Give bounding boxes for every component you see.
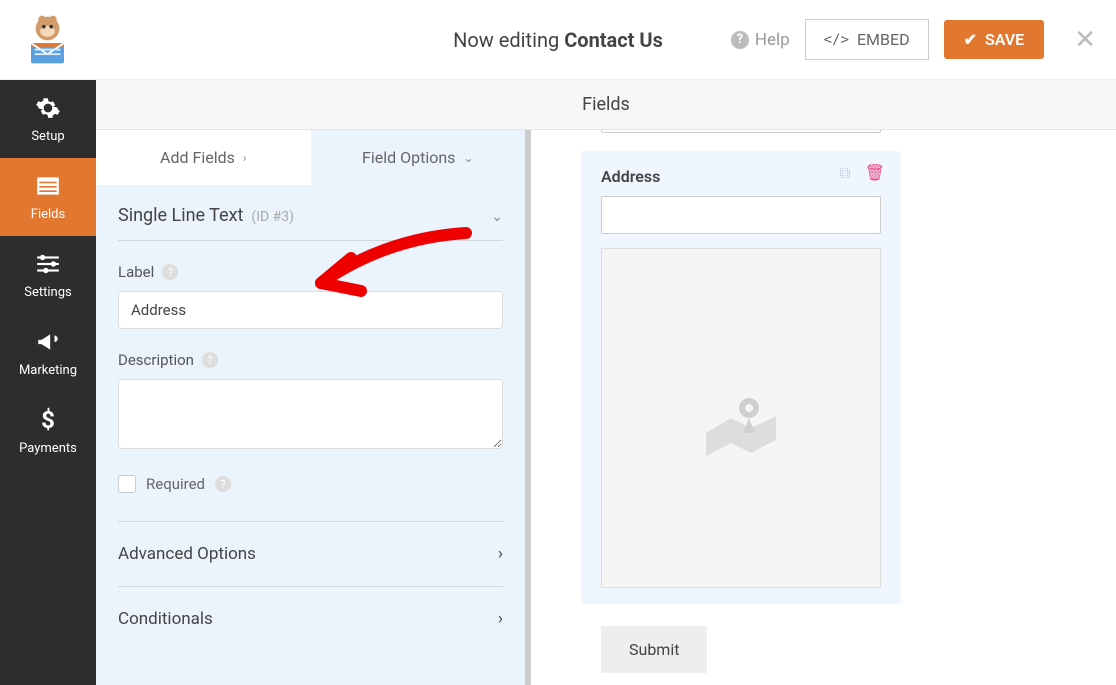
preview-map-placeholder (601, 248, 881, 588)
advanced-options-toggle[interactable]: Advanced Options› (118, 521, 503, 586)
tab-add-fields[interactable]: Add Fields› (96, 130, 311, 185)
help-icon[interactable]: ? (162, 264, 178, 280)
submit-button[interactable]: Submit (601, 626, 707, 673)
description-label: Description? (118, 351, 503, 369)
duplicate-icon[interactable]: ⧉ (839, 163, 850, 183)
required-checkbox[interactable] (118, 475, 136, 493)
sidebar-item-setup[interactable]: Setup (0, 80, 96, 158)
code-icon: </> (824, 32, 849, 48)
map-pin-icon (696, 378, 786, 458)
form-preview: ⧉ 🗑 Address Submit (531, 130, 951, 685)
top-bar: Now editing Contact Us ? Help </> EMBED … (0, 0, 1116, 80)
dollar-icon: $ (35, 407, 61, 433)
label-label: Label? (118, 263, 503, 281)
description-input[interactable] (118, 379, 503, 449)
required-label: Required (146, 475, 205, 493)
megaphone-icon (35, 329, 61, 355)
chevron-right-icon: › (498, 609, 503, 629)
chevron-down-icon: ⌄ (463, 151, 473, 165)
preview-prev-input[interactable] (601, 130, 881, 133)
gear-icon (35, 95, 61, 121)
chevron-down-icon: ⌄ (491, 209, 503, 225)
list-icon (35, 173, 61, 199)
sidebar: Setup Fields Settings Marketing $ Paymen… (0, 80, 96, 685)
help-icon: ? (731, 31, 749, 49)
sidebar-item-marketing[interactable]: Marketing (0, 314, 96, 392)
save-button[interactable]: ✔ SAVE (944, 20, 1045, 59)
close-icon[interactable]: ✕ (1074, 25, 1096, 55)
sliders-icon (35, 251, 61, 277)
chevron-right-icon: › (498, 544, 503, 564)
help-link[interactable]: ? Help (731, 30, 790, 50)
options-panel: Add Fields› Field Options⌄ Single Line T… (96, 130, 531, 685)
label-input[interactable] (118, 291, 503, 329)
editing-title: Now editing Contact Us (453, 28, 663, 52)
field-heading[interactable]: Single Line Text (ID #3) ⌄ (118, 205, 503, 241)
app-logo (20, 12, 75, 67)
tab-field-options[interactable]: Field Options⌄ (311, 130, 526, 185)
preview-field-address[interactable]: ⧉ 🗑 Address (581, 151, 901, 604)
chevron-right-icon: › (243, 151, 247, 165)
section-header: Fields (96, 80, 1116, 130)
check-icon: ✔ (964, 30, 977, 49)
sidebar-item-settings[interactable]: Settings (0, 236, 96, 314)
embed-button[interactable]: </> EMBED (805, 19, 929, 60)
help-icon[interactable]: ? (215, 476, 231, 492)
sidebar-item-fields[interactable]: Fields (0, 158, 96, 236)
preview-address-input[interactable] (601, 196, 881, 234)
trash-icon[interactable]: 🗑 (865, 163, 885, 183)
conditionals-toggle[interactable]: Conditionals› (118, 586, 503, 651)
sidebar-item-payments[interactable]: $ Payments (0, 392, 96, 470)
help-icon[interactable]: ? (202, 352, 218, 368)
